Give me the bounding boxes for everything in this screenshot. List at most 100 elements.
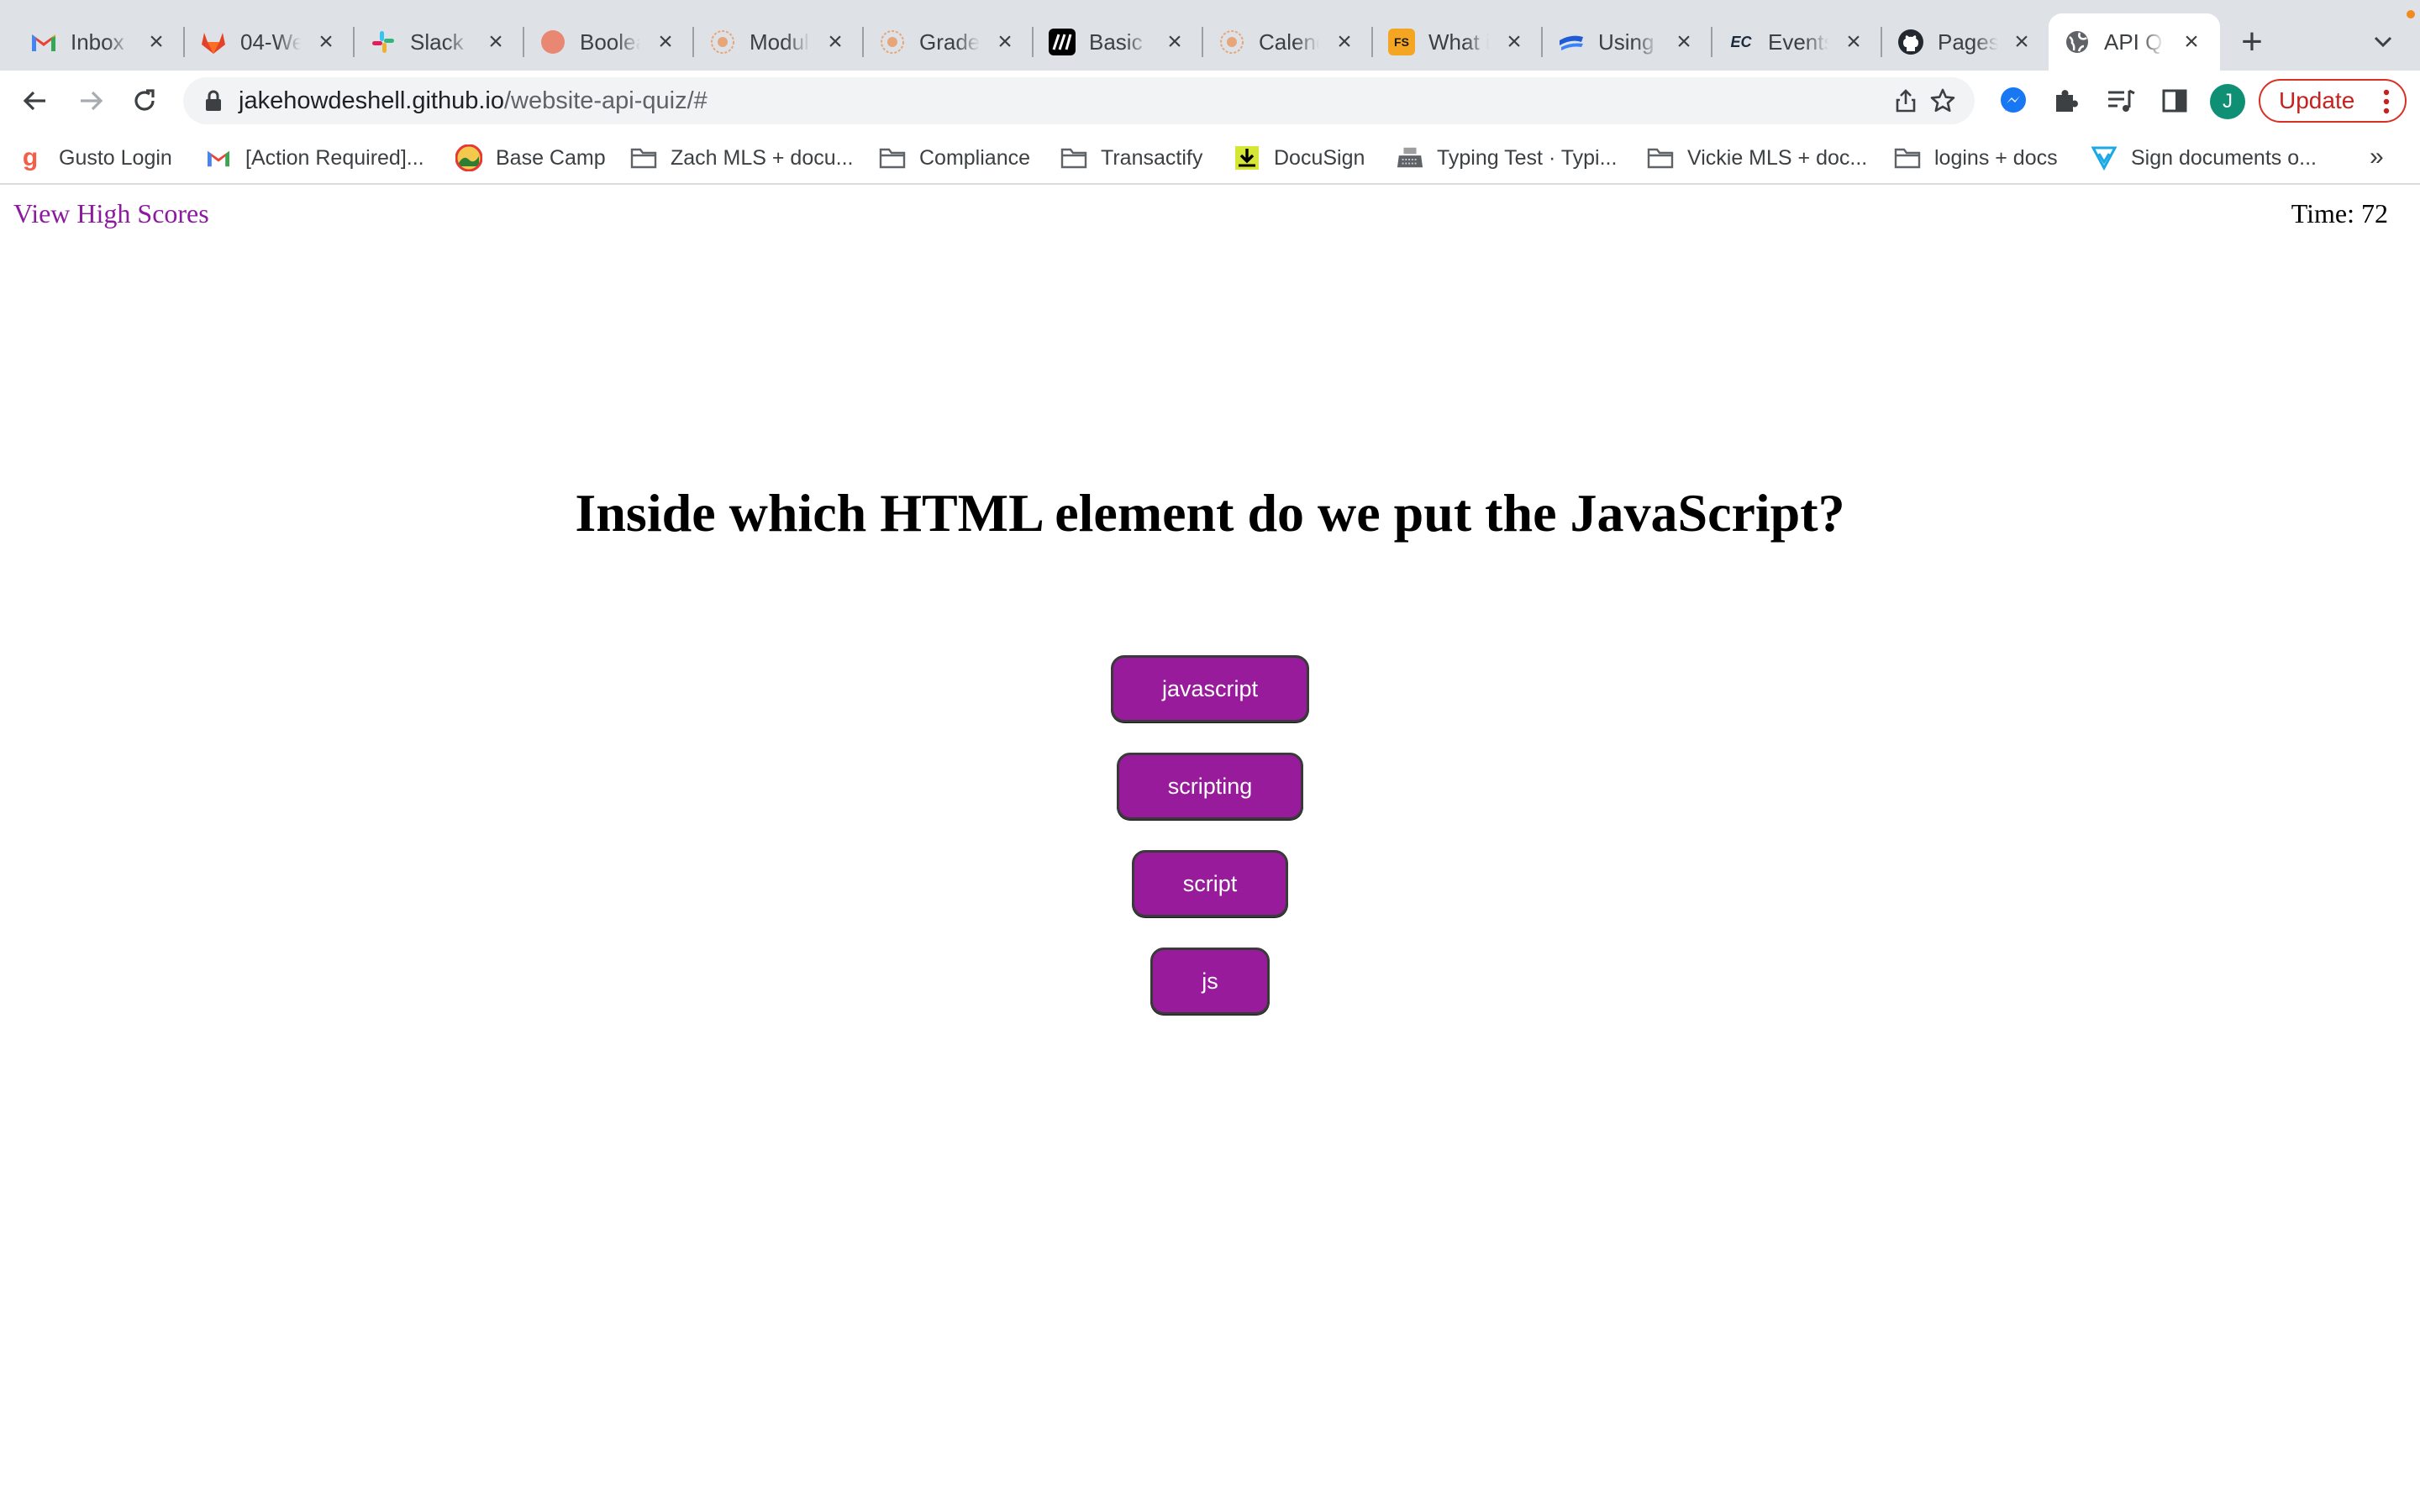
- bookmark-base-camp[interactable]: Base Camp: [455, 139, 606, 176]
- tab-api-quiz[interactable]: API Qu ×: [2049, 13, 2220, 71]
- close-icon[interactable]: ×: [1670, 29, 1697, 55]
- tab-title: Pages: [1938, 29, 1998, 55]
- tab-title: Calend: [1259, 29, 1319, 55]
- fs-icon: FS: [1388, 29, 1415, 55]
- tab-grades[interactable]: Grade ×: [864, 13, 1034, 71]
- bookmark-typing-test[interactable]: Typing Test · Typi...: [1397, 139, 1617, 176]
- answer-button-js[interactable]: js: [1150, 948, 1270, 1015]
- badge-icon: [879, 29, 906, 55]
- bookmark-folder-zach-mls[interactable]: Zach MLS + docu...: [630, 139, 853, 176]
- messenger-extension-icon[interactable]: [1995, 82, 2032, 119]
- gusto-icon: g: [22, 144, 39, 171]
- close-icon[interactable]: ×: [2008, 29, 2035, 55]
- answer-list: javascript scripting script js: [0, 655, 2420, 1045]
- profile-avatar[interactable]: J: [2210, 84, 2245, 119]
- sign-icon: [2091, 144, 2118, 171]
- tab-title: Grade: [919, 29, 980, 55]
- badge-icon: [1218, 29, 1245, 55]
- new-tab-button[interactable]: +: [2235, 21, 2269, 62]
- back-arrow-icon: [23, 91, 45, 111]
- question-title: Inside which HTML element do we put the …: [575, 483, 1845, 543]
- url-text[interactable]: jakehowdeshell.github.io/website-api-qui…: [239, 77, 708, 124]
- reading-list-icon[interactable]: [2102, 82, 2139, 119]
- close-icon[interactable]: ×: [822, 29, 849, 55]
- tab-title: Inbox (: [71, 29, 131, 55]
- tab-title: API Qu: [2104, 29, 2165, 55]
- view-high-scores-link[interactable]: View High Scores: [13, 198, 209, 229]
- tab-title: Events: [1768, 29, 1828, 55]
- timer: Time: 72: [2291, 198, 2388, 228]
- folder-icon: [879, 144, 906, 171]
- tab-module[interactable]: Modul ×: [694, 13, 864, 71]
- ec-icon: EC: [1730, 33, 1752, 50]
- close-icon[interactable]: ×: [652, 29, 679, 55]
- tab-search-icon[interactable]: [2366, 25, 2400, 59]
- reload-button[interactable]: [124, 81, 165, 121]
- folder-icon: [1894, 144, 1921, 171]
- bookmark-gusto[interactable]: g Gusto Login: [22, 139, 172, 176]
- folder-icon: [1647, 144, 1674, 171]
- bookmark-action-required[interactable]: [Action Required]...: [205, 139, 424, 176]
- close-icon[interactable]: ×: [992, 29, 1018, 55]
- bookmark-docusign[interactable]: DocuSign: [1234, 139, 1365, 176]
- close-icon[interactable]: ×: [2178, 29, 2205, 55]
- menu-dots-icon: [2383, 89, 2390, 114]
- tab-events[interactable]: EC Events ×: [1712, 13, 1882, 71]
- gmail-icon: [205, 144, 232, 171]
- bookmark-star-icon[interactable]: [1928, 86, 1958, 116]
- answer-button-script[interactable]: script: [1131, 850, 1289, 917]
- share-icon[interactable]: [1891, 86, 1921, 116]
- slack-icon: [370, 29, 397, 55]
- tab-github-pages[interactable]: Pages ×: [1882, 13, 2050, 71]
- badge-icon: [709, 29, 736, 55]
- close-icon[interactable]: ×: [1331, 29, 1358, 55]
- tab-title: Boolea: [580, 29, 640, 55]
- tab-basic[interactable]: Basic c ×: [1034, 13, 1203, 71]
- gitlab-icon: [200, 29, 227, 55]
- tab-gmail-inbox[interactable]: Inbox ( ×: [15, 13, 185, 71]
- circle-icon: [539, 29, 566, 55]
- update-button[interactable]: Update: [2259, 79, 2407, 123]
- basecamp-icon: [455, 144, 482, 171]
- tab-title: What i: [1428, 29, 1489, 55]
- typewriter-icon: [1397, 144, 1423, 171]
- extensions-puzzle-icon[interactable]: [2047, 82, 2084, 119]
- tab-slack[interactable]: Slack ×: [355, 13, 524, 71]
- forward-button[interactable]: [71, 81, 111, 121]
- close-icon[interactable]: ×: [143, 29, 170, 55]
- tab-strip: Inbox ( × 04-We × Slack × Boolea × Modul…: [0, 0, 2420, 71]
- notification-dot: [2407, 10, 2415, 18]
- close-icon[interactable]: ×: [1161, 29, 1188, 55]
- bookmarks-overflow-button[interactable]: »: [2370, 143, 2384, 171]
- github-icon: [1897, 29, 1924, 55]
- lock-icon[interactable]: [202, 89, 225, 113]
- docusign-icon: [1234, 144, 1260, 171]
- answer-button-scripting[interactable]: scripting: [1116, 753, 1304, 820]
- close-icon[interactable]: ×: [482, 29, 509, 55]
- quiz-page: View High Scores Time: 72 Inside which H…: [0, 186, 2420, 1512]
- bookmark-sign-documents[interactable]: Sign documents o...: [2091, 139, 2317, 176]
- tab-using[interactable]: Using ×: [1543, 13, 1712, 71]
- gmail-icon: [30, 29, 57, 55]
- bookmark-folder-vickie-mls[interactable]: Vickie MLS + doc...: [1647, 139, 1867, 176]
- folder-icon: [630, 144, 657, 171]
- bookmark-folder-logins-docs[interactable]: logins + docs: [1894, 139, 2058, 176]
- tab-title: Slack: [410, 29, 464, 55]
- close-icon[interactable]: ×: [313, 29, 339, 55]
- tab-gitlab[interactable]: 04-We ×: [185, 13, 355, 71]
- tab-calendar[interactable]: Calend ×: [1203, 13, 1373, 71]
- bookmark-folder-transactify[interactable]: Transactify: [1060, 139, 1202, 176]
- side-panel-icon[interactable]: [2156, 82, 2193, 119]
- tab-what-is[interactable]: FS What i ×: [1373, 13, 1543, 71]
- reload-icon: [134, 89, 155, 111]
- globe-icon: [2064, 29, 2091, 55]
- tab-boolean[interactable]: Boolea ×: [524, 13, 694, 71]
- folder-icon: [1060, 144, 1087, 171]
- close-icon[interactable]: ×: [1840, 29, 1867, 55]
- answer-button-javascript[interactable]: javascript: [1110, 655, 1310, 722]
- close-icon[interactable]: ×: [1501, 29, 1528, 55]
- address-bar[interactable]: jakehowdeshell.github.io/website-api-qui…: [183, 77, 1975, 124]
- tab-title: Modul: [750, 29, 809, 55]
- bookmark-folder-compliance[interactable]: Compliance: [879, 139, 1030, 176]
- back-button[interactable]: [15, 81, 55, 121]
